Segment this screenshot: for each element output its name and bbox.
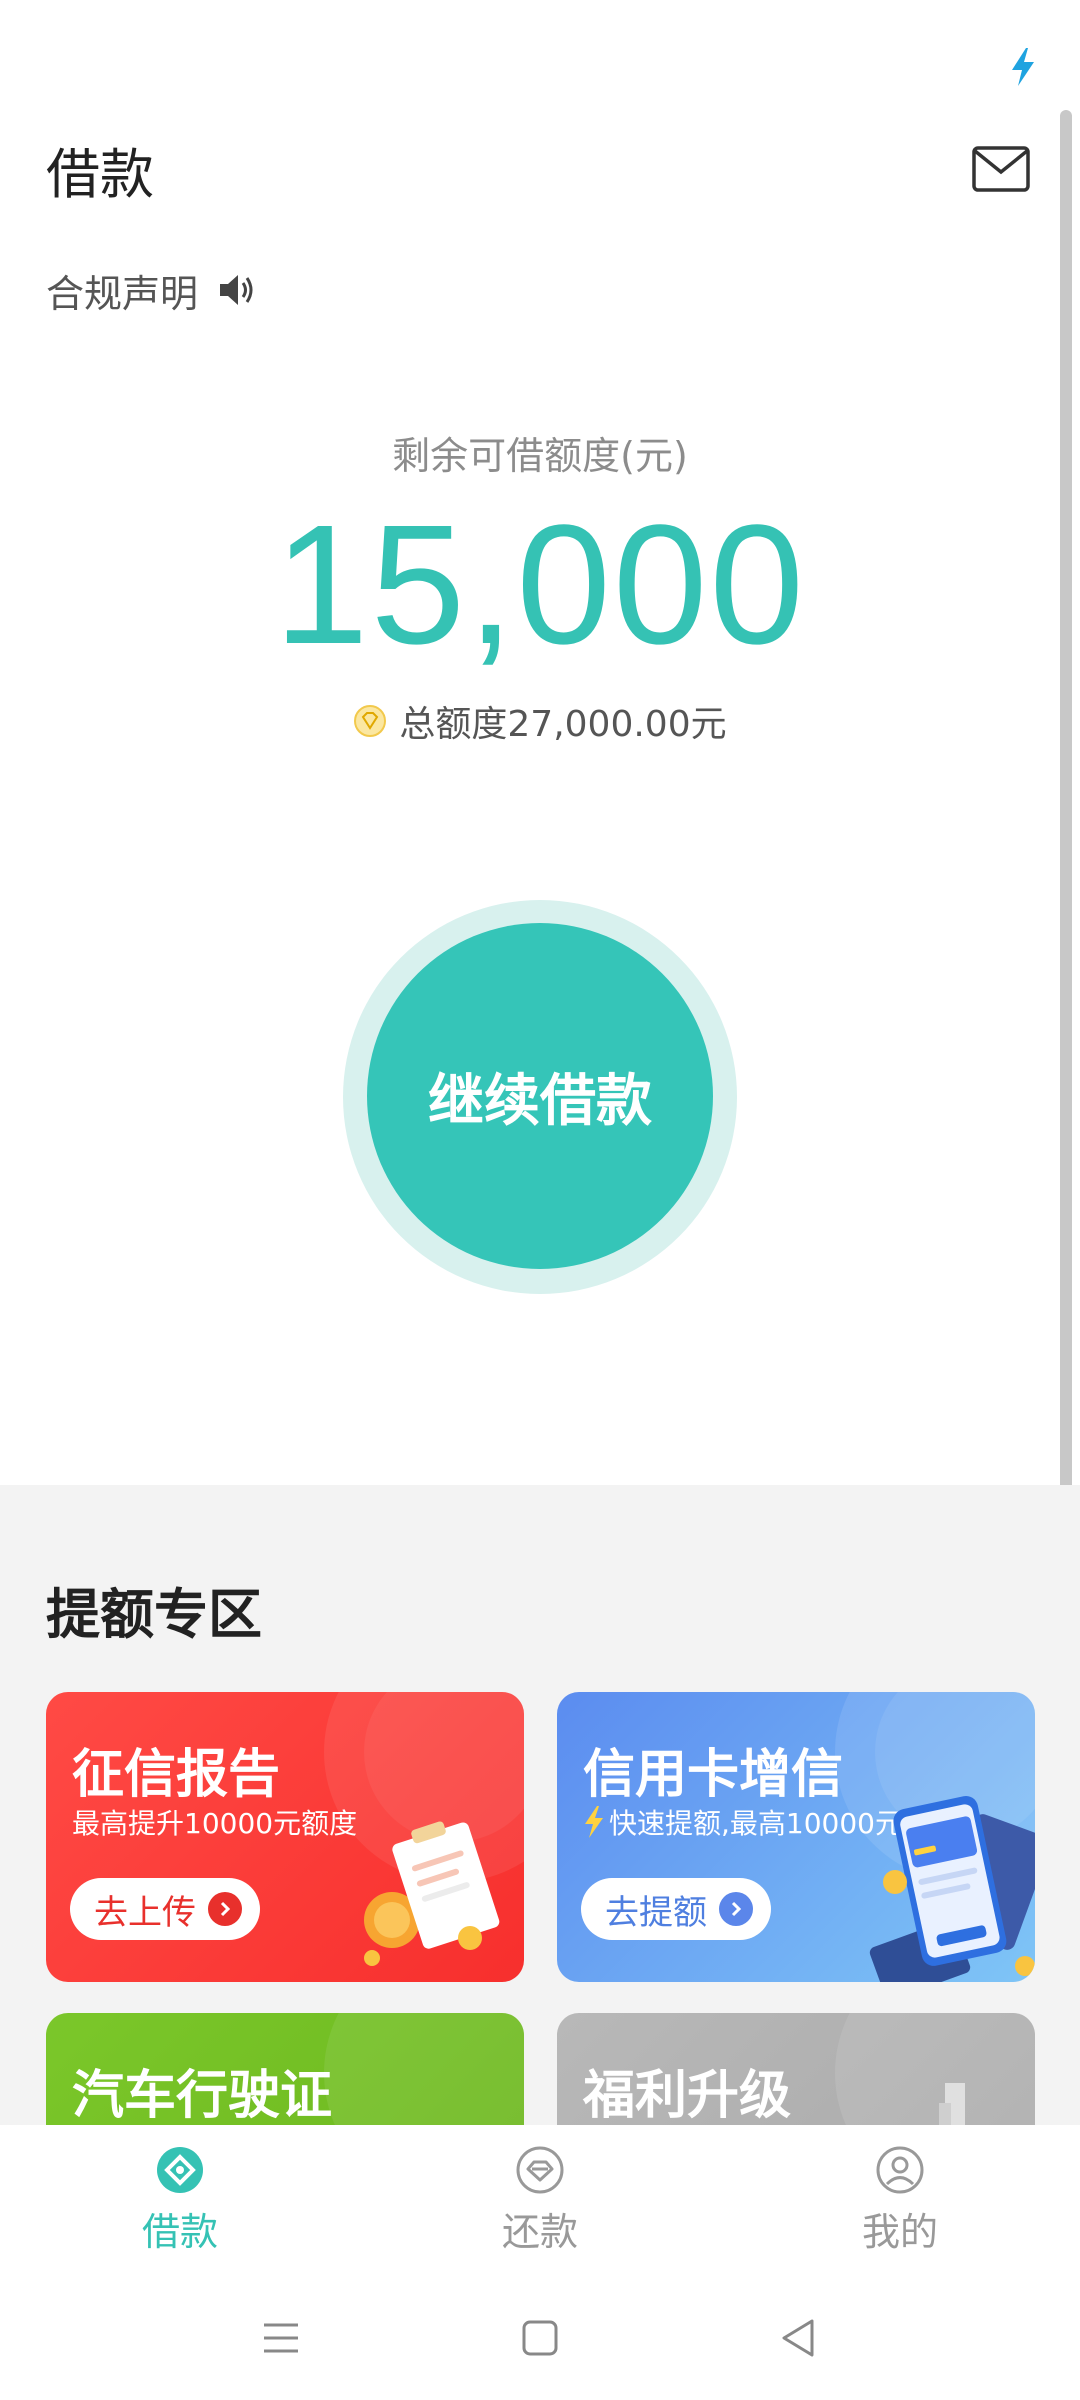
available-credit-amount: 15,000 <box>274 490 806 680</box>
menu-icon[interactable] <box>258 2315 304 2361</box>
bottom-tab-bar: 借款 还款 我的 <box>0 2125 1080 2275</box>
tab-profile[interactable]: 我的 <box>720 2125 1080 2275</box>
available-credit-label: 剩余可借额度(元) <box>392 434 688 478</box>
raise-limit-button-label: 去提额 <box>605 1892 707 1933</box>
back-icon[interactable] <box>776 2315 822 2361</box>
mail-icon[interactable] <box>972 146 1030 192</box>
chevron-right-icon <box>208 1892 242 1926</box>
upload-button-label: 去上传 <box>94 1892 196 1933</box>
compliance-statement[interactable]: 合规声明 <box>46 262 256 318</box>
tab-borrow[interactable]: 借款 <box>0 2125 360 2275</box>
total-credit-line: 总额度27,000.00元 <box>0 695 1080 747</box>
tab-label: 我的 <box>861 2210 938 2254</box>
raise-limit-button[interactable]: 去提额 <box>581 1878 771 1940</box>
header: 借款 <box>0 130 1080 210</box>
lightning-icon <box>585 1806 603 1838</box>
document-illustration <box>364 1821 500 1966</box>
page-title: 借款 <box>46 143 154 206</box>
system-nav-bar <box>0 2275 1080 2400</box>
diamond-badge-icon <box>354 705 387 737</box>
repay-icon <box>516 2146 564 2194</box>
gift-illustration <box>939 2083 965 2133</box>
profile-icon <box>876 2146 924 2194</box>
phone-card-illustration <box>869 1796 1035 1982</box>
card-subtitle: 最高提升10000元额度 <box>72 1807 358 1840</box>
promo-card-credit-report[interactable]: 征信报告 最高提升10000元额度 去上传 <box>46 1692 524 1982</box>
bolt-icon <box>1012 48 1034 86</box>
borrow-icon <box>157 2147 203 2193</box>
tab-repay[interactable]: 还款 <box>360 2125 720 2275</box>
total-credit-text: 总额度27,000.00元 <box>399 704 727 745</box>
chevron-right-icon <box>719 1892 753 1926</box>
tab-label: 还款 <box>501 2210 578 2254</box>
compliance-label: 合规声明 <box>46 271 199 316</box>
continue-borrow-button[interactable]: 继续借款 <box>367 923 713 1269</box>
card-title: 信用卡增信 <box>583 1745 844 1805</box>
tab-label: 借款 <box>141 2210 218 2254</box>
upload-button[interactable]: 去上传 <box>70 1878 260 1940</box>
promo-title: 提额专区 <box>46 1583 262 1646</box>
home-icon[interactable] <box>517 2315 563 2361</box>
status-bar <box>0 0 1080 100</box>
promo-card-credit-card-boost[interactable]: 信用卡增信 快速提额,最高10000元 去提额 <box>557 1692 1035 1982</box>
card-title: 征信报告 <box>72 1745 281 1805</box>
card-title: 福利升级 <box>583 2066 792 2126</box>
speaker-icon <box>220 275 253 305</box>
card-title: 汽车行驶证 <box>72 2066 333 2126</box>
